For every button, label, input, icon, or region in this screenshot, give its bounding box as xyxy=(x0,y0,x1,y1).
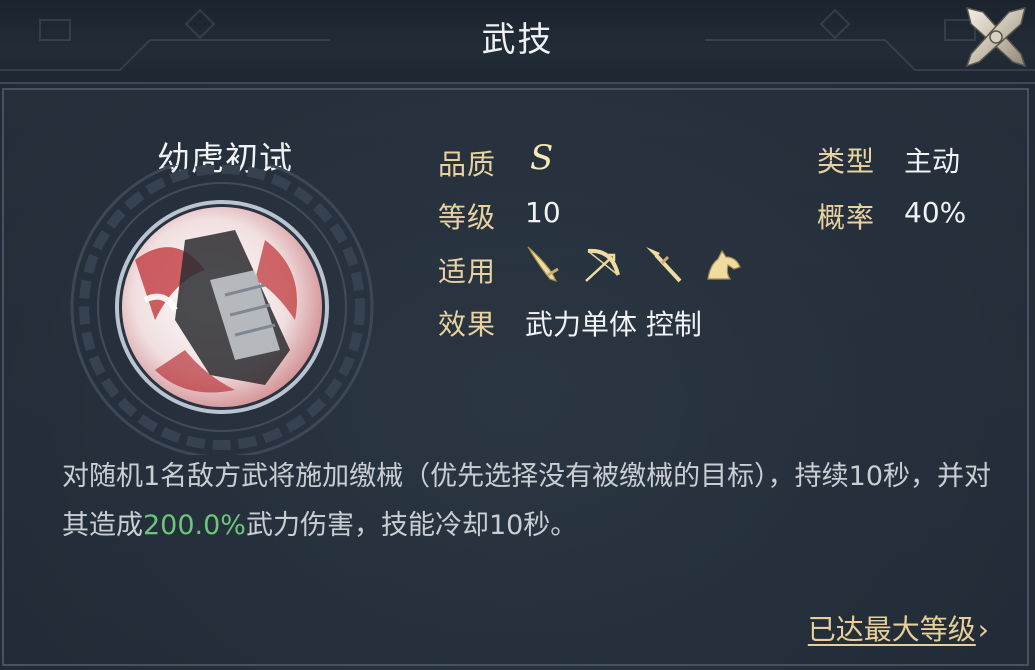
type-label: 类型 xyxy=(817,145,876,178)
chance-label: 概率 xyxy=(817,201,876,234)
skill-detail-window: 武技 幼虎初试 品质 S 等级 10 适用 效果 武力单体 控制 类型 主动 概… xyxy=(0,0,1035,670)
close-icon xyxy=(965,6,1027,68)
skill-icon xyxy=(115,200,329,414)
blade-icon xyxy=(527,246,559,283)
page-title: 武技 xyxy=(481,20,554,60)
max-level-link[interactable]: 已达最大等级› xyxy=(808,608,989,648)
spear-icon xyxy=(646,247,682,283)
chance-value: 40% xyxy=(904,196,967,229)
description-text-2: 武力伤害，技能冷却10秒。 xyxy=(245,510,578,541)
header-bar: 武技 xyxy=(0,0,1035,84)
quality-label: 品质 xyxy=(438,148,497,181)
close-button[interactable] xyxy=(961,2,1031,72)
type-value: 主动 xyxy=(904,145,961,178)
skill-description: 对随机1名敌方武将施加缴械（优先选择没有被缴械的目标），持续10秒，并对其造成2… xyxy=(62,452,992,550)
effect-label: 效果 xyxy=(438,308,497,341)
level-label: 等级 xyxy=(438,201,497,234)
skill-art-icon xyxy=(115,200,329,414)
damage-percent: 200.0% xyxy=(143,510,246,541)
max-level-label: 已达最大等级 xyxy=(807,613,976,646)
quality-value: S xyxy=(530,138,554,178)
level-value: 10 xyxy=(525,196,561,229)
effect-value: 武力单体 控制 xyxy=(525,308,702,341)
chevron-right-icon: › xyxy=(977,613,989,646)
horse-icon xyxy=(707,249,741,280)
bow-icon xyxy=(585,248,620,282)
applies-label: 适用 xyxy=(438,255,497,288)
